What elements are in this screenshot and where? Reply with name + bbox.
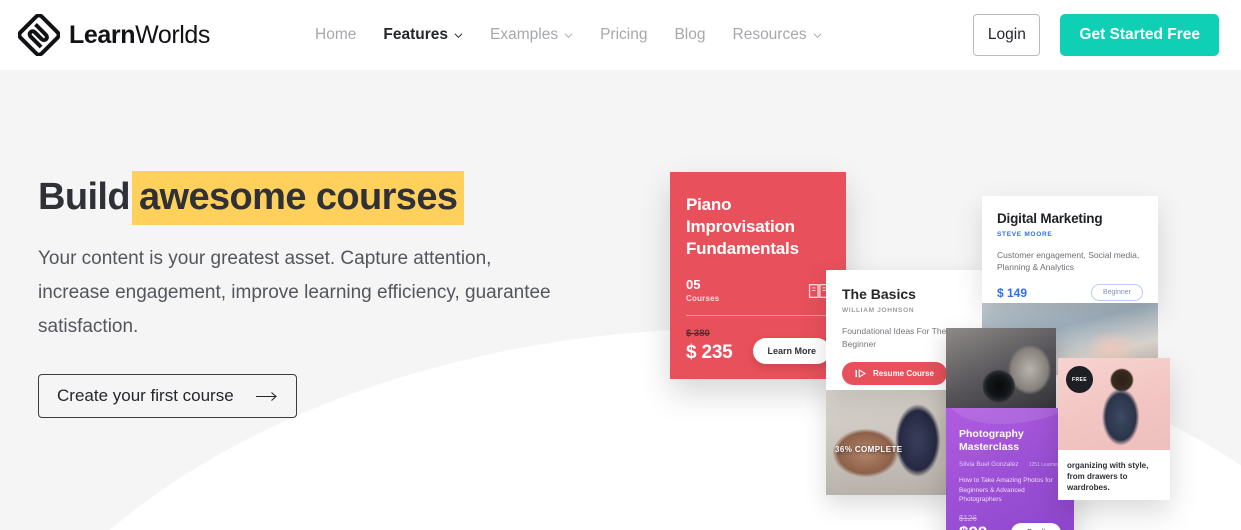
- hero-section: Build awesome courses Your content is you…: [0, 70, 1241, 530]
- piano-count-label: Courses: [686, 294, 720, 303]
- dm-card-footer: $ 149 Beginner: [997, 284, 1143, 301]
- piano-divider: [686, 315, 830, 316]
- photography-price-new: $99: [959, 523, 987, 530]
- photography-pricing: $126 $99: [959, 514, 987, 530]
- piano-price-old: $ 380: [686, 328, 710, 339]
- landing-page: LearnWorlds Home Features Examples Prici…: [0, 0, 1241, 530]
- play-icon: [855, 369, 866, 378]
- nav-item-features[interactable]: Features: [383, 26, 463, 44]
- basics-card-title: The Basics: [842, 286, 916, 302]
- free-card-description: organizing with style, from drawers to w…: [1067, 461, 1149, 492]
- piano-card-footer: $ 380 $ 235 Learn More: [686, 328, 830, 364]
- nav-item-examples[interactable]: Examples: [490, 26, 573, 44]
- brand-logo[interactable]: LearnWorlds: [18, 14, 210, 56]
- piano-course-count: 05 Courses: [686, 277, 720, 304]
- brand-name-bold: Learn: [69, 20, 136, 49]
- progress-label: 36% COMPLETE: [835, 445, 903, 454]
- course-photo-interior[interactable]: 36% COMPLETE: [826, 390, 950, 495]
- basics-card-author: WILLIAM JOHNSON: [842, 307, 915, 314]
- learnworlds-logo-icon: [18, 14, 60, 56]
- piano-card-title: Piano Improvisation Fundamentals: [686, 195, 799, 258]
- dm-price: $ 149: [997, 285, 1028, 300]
- chevron-down-icon: [454, 32, 463, 38]
- dm-card-author: STEVE MOORE: [997, 231, 1053, 238]
- dm-level-badge[interactable]: Beginner: [1090, 284, 1143, 301]
- course-card-digital-marketing[interactable]: Digital Marketing STEVE MOORE Customer e…: [982, 196, 1158, 303]
- learn-more-button[interactable]: Learn More: [753, 338, 830, 364]
- main-navigation: Home Features Examples Pricing Blog Reso…: [315, 26, 822, 44]
- nav-label-home: Home: [315, 26, 357, 43]
- photography-card-author: Silvia Buel Gonzalez: [959, 461, 1019, 468]
- get-started-free-button[interactable]: Get Started Free: [1060, 14, 1219, 56]
- resume-course-button[interactable]: Resume Course: [842, 362, 947, 385]
- piano-price-new: $ 235: [686, 342, 733, 363]
- nav-item-home[interactable]: Home: [315, 26, 356, 44]
- nav-label-examples: Examples: [490, 26, 559, 43]
- photography-price-old: $126: [959, 513, 977, 523]
- piano-count-value: 05: [686, 277, 701, 292]
- photography-card-meta: Silvia Buel Gonzalez 1251 Learners: [959, 461, 1061, 468]
- chevron-down-icon: [813, 32, 822, 38]
- enroll-button[interactable]: Enroll: [1011, 522, 1061, 530]
- piano-card-meta: 05 Courses: [686, 278, 830, 303]
- free-badge: FREE: [1066, 366, 1093, 393]
- photography-card-footer: $126 $99 Enroll: [959, 514, 1061, 530]
- dm-card-title: Digital Marketing: [997, 211, 1103, 226]
- resume-course-label: Resume Course: [873, 369, 934, 378]
- course-card-photography[interactable]: Photography Masterclass Silvia Buel Gonz…: [946, 408, 1074, 530]
- nav-item-resources[interactable]: Resources: [733, 26, 822, 44]
- photography-card-description: How to Take Amazing Photos for Beginners…: [959, 477, 1053, 503]
- course-card-piano[interactable]: Piano Improvisation Fundamentals 05 Cour…: [670, 172, 846, 379]
- nav-item-blog[interactable]: Blog: [674, 26, 705, 44]
- free-card-image: FREE: [1058, 358, 1170, 450]
- nav-label-pricing: Pricing: [600, 26, 648, 43]
- site-header: LearnWorlds Home Features Examples Prici…: [0, 0, 1241, 70]
- login-button[interactable]: Login: [973, 14, 1041, 56]
- nav-item-pricing[interactable]: Pricing: [600, 26, 647, 44]
- photography-wave-decoration: [946, 408, 1074, 424]
- course-cards-collage: Piano Improvisation Fundamentals 05 Cour…: [0, 70, 1241, 530]
- nav-label-blog: Blog: [674, 26, 706, 43]
- brand-name-regular: Worlds: [135, 20, 211, 49]
- chevron-down-icon: [564, 32, 573, 38]
- course-card-free[interactable]: FREE organizing with style, from drawers…: [1058, 358, 1170, 500]
- free-card-body: organizing with style, from drawers to w…: [1058, 450, 1170, 500]
- nav-label-resources: Resources: [732, 26, 807, 43]
- dm-card-description: Customer engagement, Social media, Plann…: [997, 250, 1140, 272]
- piano-pricing: $ 380 $ 235: [686, 328, 733, 364]
- nav-label-features: Features: [383, 26, 449, 43]
- photography-card-title: Photography Masterclass: [959, 428, 1024, 453]
- header-actions: Login Get Started Free: [973, 14, 1219, 56]
- photography-card-learners: 1251 Learners: [1028, 462, 1061, 468]
- brand-name: LearnWorlds: [69, 21, 210, 50]
